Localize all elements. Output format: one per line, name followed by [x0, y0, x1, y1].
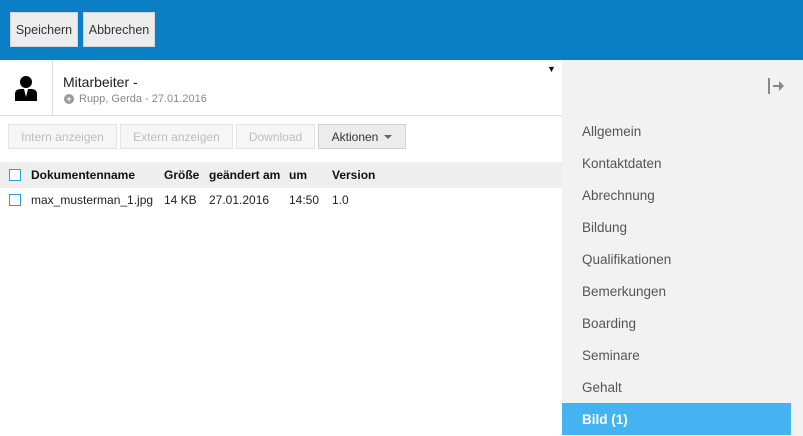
actions-dropdown[interactable]: Aktionen [318, 124, 406, 149]
column-header-time[interactable]: um [289, 162, 307, 188]
sidebar-item-bildung[interactable]: Bildung [562, 211, 791, 243]
save-button[interactable]: Speichern [10, 12, 78, 47]
actions-label: Aktionen [331, 129, 379, 144]
sidebar-item-gehalt[interactable]: Gehalt [562, 371, 791, 403]
sidebar-item-abrechnung[interactable]: Abrechnung [562, 179, 791, 211]
sidebar-item-qualifikationen[interactable]: Qualifikationen [562, 243, 791, 275]
show-intern-button[interactable]: Intern anzeigen [8, 124, 117, 149]
subtitle-text: Rupp, Gerda - 27.01.2016 [79, 93, 207, 105]
sidebar-item-boarding[interactable]: Boarding [562, 307, 791, 339]
cell-version: 1.0 [332, 193, 349, 207]
collapse-right-icon[interactable] [766, 76, 786, 96]
column-header-version[interactable]: Version [332, 162, 375, 188]
select-all-checkbox[interactable] [9, 169, 21, 181]
chevron-down-icon [384, 134, 393, 139]
record-subtitle: + Rupp, Gerda - 27.01.2016 [64, 93, 207, 105]
sidebar-item-bild[interactable]: Bild (1) [562, 403, 791, 435]
cell-name: max_musterman_1.jpg [31, 193, 154, 207]
dropdown-caret-icon[interactable]: ▼ [547, 64, 556, 74]
person-icon [15, 75, 37, 101]
top-bar: Speichern Abbrechen [0, 0, 803, 60]
row-checkbox[interactable] [9, 194, 21, 206]
cell-time: 14:50 [289, 193, 320, 207]
sidebar-item-allgemein[interactable]: Allgemein [562, 115, 791, 147]
column-header-name[interactable]: Dokumentenname [31, 162, 135, 188]
page-title: Mitarbeiter - [63, 74, 138, 90]
column-header-date[interactable]: geändert am [209, 162, 280, 188]
sidebar-item-kontaktdaten[interactable]: Kontaktdaten [562, 147, 791, 179]
sidebar-nav: Allgemein Kontaktdaten Abrechnung Bildun… [562, 115, 791, 435]
table-row[interactable]: max_musterman_1.jpg 14 KB 27.01.2016 14:… [0, 188, 562, 212]
sidebar-item-seminare[interactable]: Seminare [562, 339, 791, 371]
cell-date: 27.01.2016 [209, 193, 270, 207]
plus-circle-icon[interactable]: + [64, 94, 74, 104]
show-extern-button[interactable]: Extern anzeigen [120, 124, 233, 149]
download-button[interactable]: Download [236, 124, 315, 149]
column-header-size[interactable]: Größe [164, 162, 199, 188]
avatar [0, 60, 53, 115]
cell-size: 14 KB [164, 193, 197, 207]
sidebar: Allgemein Kontaktdaten Abrechnung Bildun… [562, 60, 803, 436]
table-header: Dokumentenname Größe geändert am um Vers… [0, 162, 562, 188]
cancel-button[interactable]: Abbrechen [83, 12, 155, 47]
record-header: Mitarbeiter - + Rupp, Gerda - 27.01.2016… [0, 60, 562, 116]
sidebar-item-bemerkungen[interactable]: Bemerkungen [562, 275, 791, 307]
